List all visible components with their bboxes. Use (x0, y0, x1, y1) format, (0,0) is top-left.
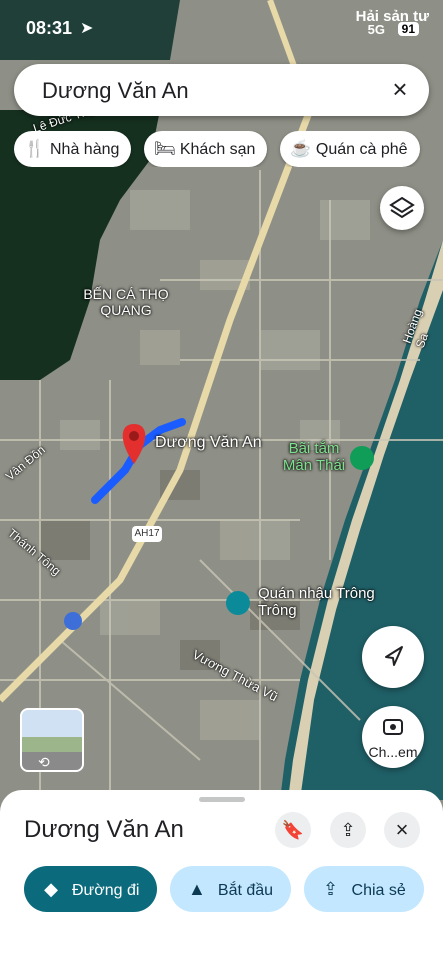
chip-restaurants[interactable]: 🍴 Nhà hàng (14, 131, 132, 167)
chip-cafes[interactable]: ☕ Quán cà phê (279, 131, 420, 167)
map-label-area: BẾN CÁ THỌ QUANG (83, 286, 169, 318)
share-top-button[interactable]: ⇪ (330, 812, 366, 848)
map-label-selected-place[interactable]: Dương Văn An (155, 434, 262, 452)
start-button[interactable]: ▲ Bắt đầu (169, 866, 292, 912)
place-title: Dương Văn An (24, 816, 184, 843)
close-icon[interactable]: × (387, 76, 413, 102)
category-chips: 🍴 Nhà hàng 🛏 Khách sạn ☕ Quán cà phê (14, 131, 443, 167)
directions-button[interactable]: ◆ Đường đi (24, 866, 158, 912)
chip-label: Khách sạn (179, 141, 256, 158)
hotel-icon: 🛏 (154, 139, 176, 158)
share-button[interactable]: ⇪ Chia sẻ (303, 866, 424, 912)
save-button[interactable]: 🔖 (275, 812, 311, 848)
directions-label: Đường đi (72, 882, 140, 899)
action-buttons: ◆ Đường đi ▲ Bắt đầu ⇪ Chia sẻ (24, 866, 443, 912)
street-view-thumbnail[interactable]: ⟲ (20, 708, 84, 772)
rotate-icon: ⟲ (38, 754, 50, 770)
navigation-arrow-icon: ▲ (187, 879, 206, 899)
status-time: 08:31 (26, 18, 73, 38)
search-bar[interactable]: Dương Văn An × (14, 64, 429, 116)
chip-label: Quán cà phê (315, 141, 408, 158)
map-label-beach[interactable]: Bãi tắm Mân Thái (280, 440, 348, 474)
camera-icon (383, 719, 403, 735)
camera-search-button[interactable]: Ch...em (362, 706, 424, 768)
place-sheet: Dương Văn An 🔖 ⇪ × ◆ Đường đi ▲ Bắt đầu ⇪ C… (0, 790, 443, 959)
status-network: 5G (367, 22, 385, 37)
map-label-restaurant[interactable]: Quán nhậu Trông Trông (258, 585, 388, 619)
close-sheet-button[interactable]: × (384, 812, 420, 848)
location-arrow-icon: ➤ (80, 20, 94, 37)
share-icon: ⇪ (340, 820, 356, 840)
close-icon: × (395, 817, 409, 842)
layers-icon (389, 196, 415, 219)
my-location-button[interactable] (362, 626, 424, 688)
chip-hotels[interactable]: 🛏 Khách sạn (143, 131, 268, 167)
start-label: Bắt đầu (217, 882, 274, 899)
share-icon: ⇪ (322, 879, 339, 899)
navigation-arrow-icon (385, 646, 403, 666)
search-query[interactable]: Dương Văn An (42, 78, 189, 104)
cafe-icon: ☕ (290, 139, 312, 158)
restaurant-icon: 🍴 (24, 139, 46, 158)
sheet-handle[interactable] (199, 797, 245, 802)
layers-button[interactable] (380, 186, 424, 230)
camera-label: Ch...em (368, 744, 418, 760)
bookmark-icon: 🔖 (281, 820, 305, 840)
status-bar: 08:31 ➤ Hải sản tư 5G 91 (0, 0, 443, 56)
share-label: Chia sẻ (351, 882, 406, 899)
chip-label: Nhà hàng (50, 141, 120, 158)
highway-shield: AH17 (134, 528, 160, 539)
battery-icon: 91 (397, 22, 419, 36)
directions-icon: ◆ (44, 879, 58, 899)
